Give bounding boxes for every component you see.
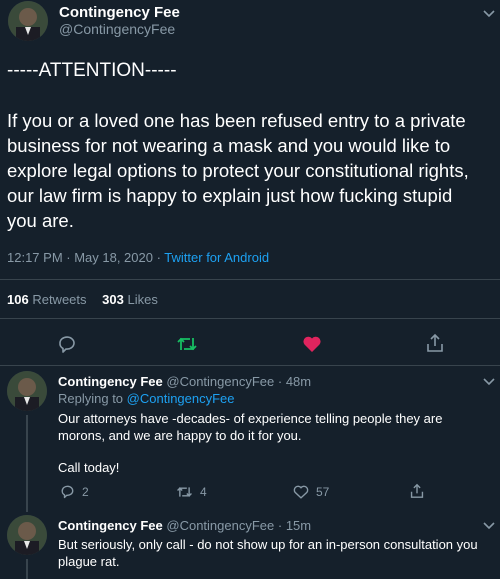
reply-body-line: But seriously, only call - do not show u…	[58, 537, 478, 552]
tweet-body-line: explore legal options to protect your co…	[7, 160, 469, 181]
tweet-body-line: you are.	[7, 210, 74, 231]
tweet-body-line: business for not wearing a mask and you …	[7, 135, 451, 156]
retweet-icon[interactable]	[176, 335, 198, 353]
replying-to: Replying to @ContingencyFee	[58, 391, 235, 406]
timestamp[interactable]: 12:17 PM · May 18, 2020 ·	[7, 250, 164, 265]
avatar[interactable]	[7, 371, 47, 411]
reply-body: Our attorneys have -decades- of experien…	[58, 410, 442, 444]
display-name[interactable]: Contingency Fee	[58, 374, 163, 389]
divider	[0, 318, 500, 319]
retweet-count: 4	[200, 485, 207, 499]
reply-body-line: plague rat.	[58, 554, 120, 569]
chevron-down-icon[interactable]	[483, 521, 495, 531]
reply-time[interactable]: · 48m	[278, 374, 311, 389]
handle[interactable]: @ContingencyFee	[166, 374, 274, 389]
reply-body-extra: Call today!	[58, 460, 120, 475]
like-icon[interactable]	[302, 335, 322, 353]
divider	[0, 279, 500, 280]
display-name[interactable]: Contingency Fee	[59, 4, 180, 21]
retweets-label: Retweets	[32, 292, 87, 307]
likes-stat[interactable]: 303 Likes	[102, 292, 158, 307]
avatar[interactable]	[7, 515, 47, 555]
like-icon[interactable]	[293, 485, 309, 499]
reply-count: 2	[82, 485, 89, 499]
retweet-icon[interactable]	[176, 485, 193, 499]
reply-header: Contingency Fee @ContingencyFee · 15m	[58, 518, 311, 533]
thread-line	[26, 415, 28, 512]
replying-to-link[interactable]: @ContingencyFee	[127, 391, 235, 406]
chevron-down-icon[interactable]	[483, 9, 495, 19]
handle[interactable]: @ContingencyFee	[166, 518, 274, 533]
like-count: 57	[316, 485, 330, 499]
reply-icon[interactable]	[60, 484, 75, 499]
replying-prefix: Replying to	[58, 391, 127, 406]
reply-body: But seriously, only call - do not show u…	[58, 536, 478, 570]
display-name[interactable]: Contingency Fee	[58, 518, 163, 533]
reply-body-line: morons, and we are happy to do it for yo…	[58, 428, 302, 443]
client-link[interactable]: Twitter for Android	[164, 250, 269, 265]
tweet-heading: -----ATTENTION-----	[7, 60, 177, 81]
reply-body-line: Our attorneys have -decades- of experien…	[58, 411, 443, 426]
share-icon[interactable]	[426, 333, 444, 353]
likes-count: 303	[102, 292, 124, 307]
tweet-body-line: our law firm is happy to explain just ho…	[7, 185, 453, 206]
divider	[0, 365, 500, 366]
thread-line	[26, 559, 28, 579]
share-icon[interactable]	[410, 483, 424, 499]
avatar[interactable]	[8, 1, 48, 41]
tweet-body-line: If you or a loved one has been refused e…	[7, 110, 466, 131]
reply-icon[interactable]	[57, 334, 77, 354]
retweets-count: 106	[7, 292, 29, 307]
engagement-stats: 106 Retweets 303 Likes	[7, 292, 158, 307]
tweet-body: If you or a loved one has been refused e…	[7, 108, 469, 233]
reply-header: Contingency Fee @ContingencyFee · 48m	[58, 374, 311, 389]
chevron-down-icon[interactable]	[483, 377, 495, 387]
likes-label: Likes	[127, 292, 158, 307]
handle[interactable]: @ContingencyFee	[59, 21, 175, 37]
tweet-meta: 12:17 PM · May 18, 2020 · Twitter for An…	[7, 250, 269, 265]
retweets-stat[interactable]: 106 Retweets	[7, 292, 90, 307]
reply-time[interactable]: · 15m	[278, 518, 311, 533]
